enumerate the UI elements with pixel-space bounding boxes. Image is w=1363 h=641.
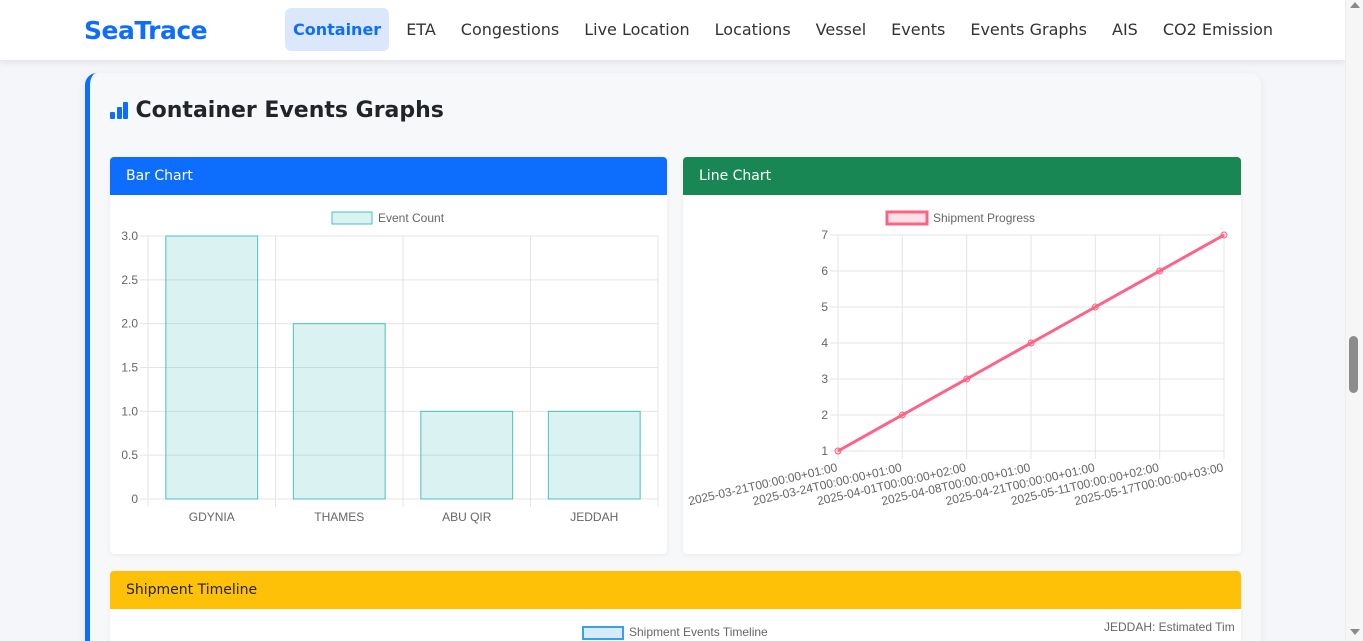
navbar: SeaTrace Container ETA Congestions Live Loc… (0, 0, 1345, 61)
legend-label: Event Count (378, 211, 445, 225)
timeline-legend: Shipment Events Timeline (582, 625, 768, 640)
y-tick-label: 3.0 (121, 229, 138, 243)
nav-item-container[interactable]: Container (285, 8, 390, 51)
line-chart-header: Line Chart (683, 157, 1241, 195)
nav-menu: Container ETA Congestions Live Location Loca… (285, 8, 1290, 51)
nav-item-congestions[interactable]: Congestions (453, 8, 567, 51)
timeline-header: Shipment Timeline (110, 571, 1241, 609)
x-tick-label: THAMES (314, 510, 364, 524)
scroll-down-arrow-icon[interactable] (1350, 629, 1360, 635)
line-legend: Shipment Progress (885, 210, 1035, 226)
scroll-up-arrow-icon[interactable] (1350, 2, 1360, 8)
nav-item-events-graphs[interactable]: Events Graphs (962, 8, 1095, 51)
y-tick-label: 2.5 (121, 273, 138, 287)
nav-item-vessel[interactable]: Vessel (808, 8, 875, 51)
y-tick-label: 6 (821, 264, 828, 278)
page-title: Container Events Graphs (110, 95, 444, 125)
legend-label: Shipment Progress (933, 211, 1035, 225)
timeline-panel: Shipment Timeline Shipment Events Timeli… (110, 571, 1241, 641)
data-point (1220, 231, 1228, 239)
data-point (834, 447, 842, 455)
scrollbar-thumb[interactable] (1349, 336, 1358, 393)
bar-chart-icon (110, 101, 130, 119)
nav-item-locations[interactable]: Locations (707, 8, 799, 51)
nav-item-events[interactable]: Events (883, 8, 953, 51)
data-point (1091, 303, 1099, 311)
page-scrollbar[interactable] (1345, 0, 1363, 641)
y-tick-label: 3 (821, 372, 828, 386)
y-tick-label: 1.0 (121, 404, 138, 418)
legend-swatch (582, 626, 624, 640)
data-point (963, 375, 971, 383)
legend-swatch (885, 210, 929, 226)
bar-chart: Event Count 0 0.5 1.0 1.5 2.0 2.5 3.0 GDYNIA THAM… (121, 211, 659, 524)
y-tick-label: 0 (131, 492, 138, 506)
data-point (1027, 339, 1035, 347)
y-tick-label: 2 (821, 408, 828, 422)
data-point (1156, 267, 1164, 275)
line-chart: Shipment Progress12345672025-03-21T00:00… (687, 210, 1228, 508)
bar-chart-panel: Bar Chart Event Count 0 0.5 1.0 1.5 2.0 2.5 3.0… (110, 157, 667, 554)
bar (420, 410, 514, 500)
y-tick-label: 1 (821, 444, 828, 458)
legend-label: Shipment Events Timeline (629, 625, 768, 639)
y-tick-label: 5 (821, 300, 828, 314)
y-tick-label: 0.5 (121, 448, 138, 462)
bar (547, 410, 641, 500)
brand-logo[interactable]: SeaTrace (84, 16, 208, 45)
y-tick-label: 1.5 (121, 361, 138, 375)
legend-swatch (331, 211, 373, 225)
nav-item-co2-emission[interactable]: CO2 Emission (1155, 8, 1281, 51)
x-tick-label: JEDDAH (570, 510, 618, 524)
timeline-chart: Shipment Events Timeline JEDDAH: Estimate… (582, 620, 1235, 640)
nav-item-ais[interactable]: AIS (1104, 8, 1146, 51)
y-tick-label: 2.0 (121, 317, 138, 331)
bar (292, 323, 386, 500)
nav-item-eta[interactable]: ETA (398, 8, 444, 51)
data-point (898, 411, 906, 419)
y-tick-label: 7 (821, 228, 828, 242)
nav-item-live-location[interactable]: Live Location (576, 8, 697, 51)
y-tick-label: 4 (821, 336, 828, 350)
timeline-annotation: JEDDAH: Estimated Tim (1104, 620, 1235, 634)
bar-chart-header: Bar Chart (110, 157, 667, 195)
x-tick-label: ABU QIR (442, 510, 492, 524)
x-tick-label: GDYNIA (189, 510, 235, 524)
page-title-text: Container Events Graphs (135, 97, 444, 123)
bar-legend: Event Count (331, 211, 445, 225)
bar (165, 235, 259, 500)
line-chart-panel: Line Chart Shipment Progress 1 2 3 4 5 6 7 2025-… (683, 157, 1241, 554)
